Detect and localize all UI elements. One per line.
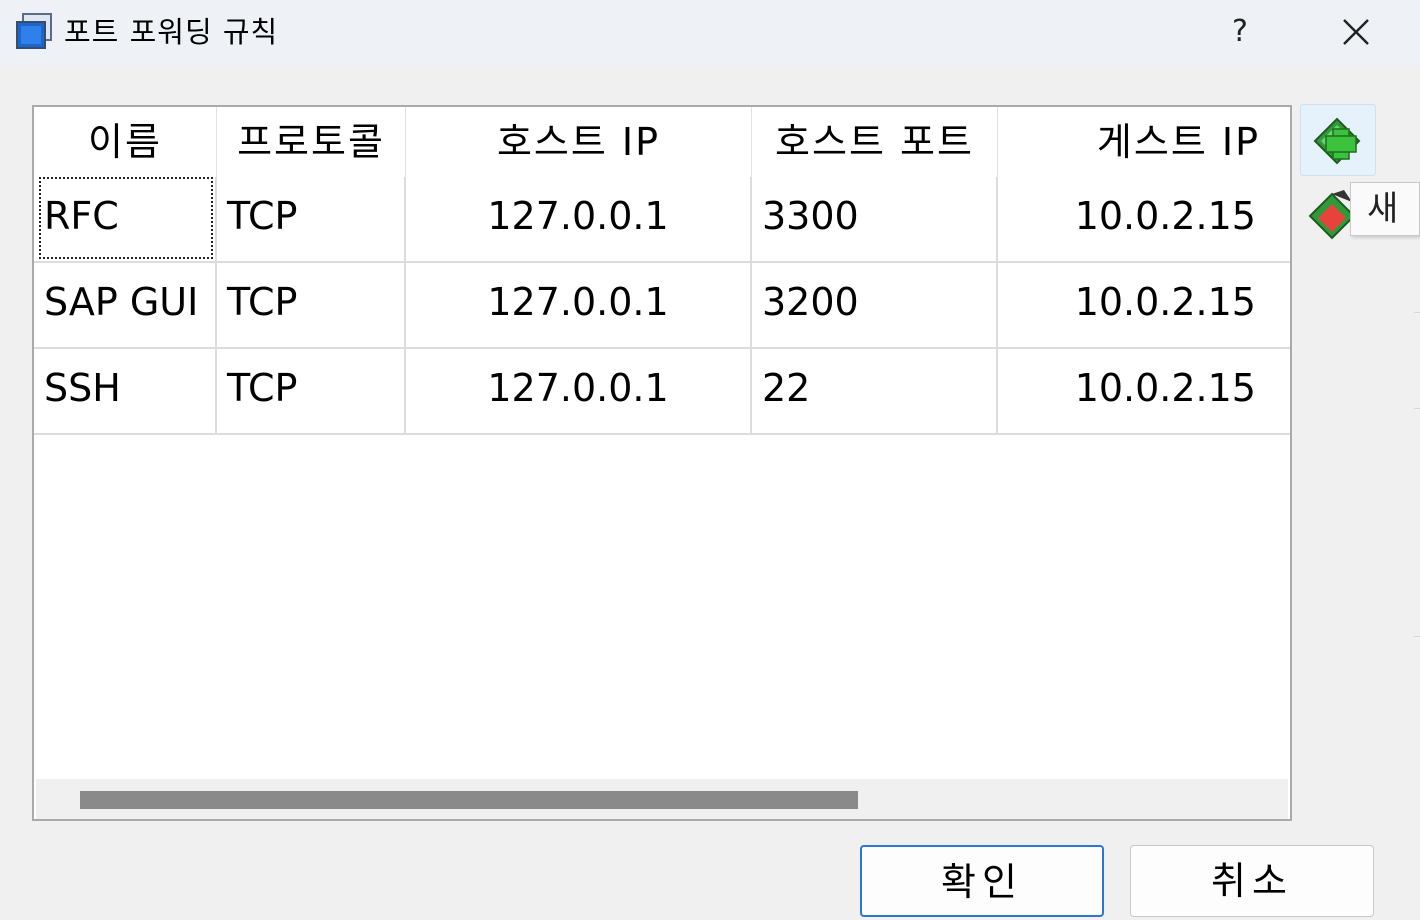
column-header-host-ip[interactable]: 호스트 IP — [406, 107, 752, 177]
cell-name[interactable]: SAP GUI — [34, 263, 217, 347]
column-header-name[interactable]: 이름 — [34, 107, 217, 177]
cell-protocol[interactable]: TCP — [217, 177, 406, 261]
virtualbox-window-icon — [14, 12, 54, 52]
tooltip: 새 — [1350, 182, 1420, 236]
background-divider — [1414, 312, 1420, 313]
window-title: 포트 포워딩 규칙 — [64, 15, 279, 49]
cell-protocol[interactable]: TCP — [217, 349, 406, 433]
column-header-host-port[interactable]: 호스트 포트 — [752, 107, 998, 177]
cell-host-port[interactable]: 3200 — [752, 263, 998, 347]
cell-guest-ip[interactable]: 10.0.2.15 — [998, 177, 1290, 261]
port-forwarding-table[interactable]: 이름 프로토콜 호스트 IP 호스트 포트 게스트 IP RFC TCP 127… — [32, 105, 1292, 821]
close-button[interactable] — [1326, 8, 1386, 56]
column-header-guest-ip[interactable]: 게스트 IP — [998, 107, 1290, 177]
cancel-button[interactable]: 취소 — [1130, 845, 1374, 917]
ok-button[interactable]: 확인 — [860, 845, 1104, 917]
cell-name[interactable]: SSH — [34, 349, 217, 433]
cell-protocol[interactable]: TCP — [217, 263, 406, 347]
add-rule-button[interactable] — [1300, 104, 1376, 176]
cell-guest-ip[interactable]: 10.0.2.15 — [998, 263, 1290, 347]
background-divider — [1414, 636, 1420, 637]
title-bar: 포트 포워딩 규칙 ? — [0, 0, 1420, 66]
cell-name[interactable]: RFC — [34, 177, 217, 261]
cell-host-ip[interactable]: 127.0.0.1 — [406, 263, 752, 347]
background-divider — [1414, 408, 1420, 409]
cell-host-ip[interactable]: 127.0.0.1 — [406, 349, 752, 433]
cell-guest-ip[interactable]: 10.0.2.15 — [998, 349, 1290, 433]
help-button[interactable]: ? — [1212, 8, 1268, 56]
add-rule-icon — [1313, 117, 1361, 165]
cell-host-port[interactable]: 22 — [752, 349, 998, 433]
column-header-protocol[interactable]: 프로토콜 — [217, 107, 406, 177]
horizontal-scrollbar[interactable] — [36, 779, 1288, 819]
table-row[interactable]: SAP GUI TCP 127.0.0.1 3200 10.0.2.15 — [34, 263, 1290, 349]
cell-host-ip[interactable]: 127.0.0.1 — [406, 177, 752, 261]
close-icon — [1343, 19, 1369, 45]
table-row[interactable]: SSH TCP 127.0.0.1 22 10.0.2.15 — [34, 349, 1290, 435]
table-header: 이름 프로토콜 호스트 IP 호스트 포트 게스트 IP — [34, 107, 1290, 177]
table-row[interactable]: RFC TCP 127.0.0.1 3300 10.0.2.15 — [34, 177, 1290, 263]
cell-host-port[interactable]: 3300 — [752, 177, 998, 261]
scrollbar-thumb[interactable] — [80, 791, 858, 809]
